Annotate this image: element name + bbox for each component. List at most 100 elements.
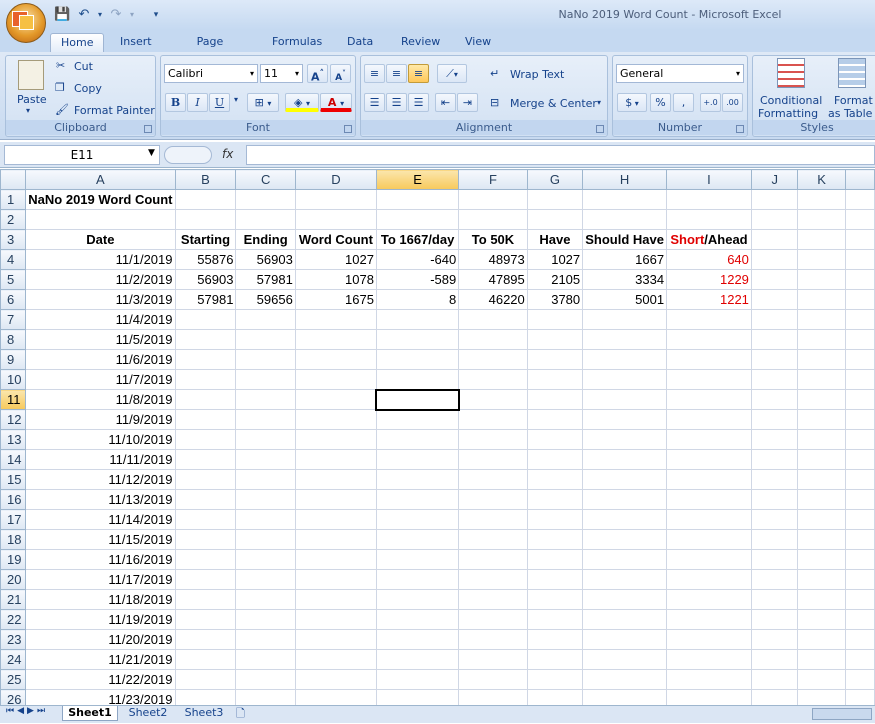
- conditional-formatting-label[interactable]: Conditional: [760, 94, 822, 107]
- cell[interactable]: [235, 369, 296, 390]
- column-header-k[interactable]: K: [797, 169, 846, 190]
- cell[interactable]: 11/11/2019: [25, 449, 176, 470]
- cell[interactable]: [235, 469, 296, 490]
- cell[interactable]: [294, 489, 377, 510]
- cell[interactable]: [375, 609, 460, 630]
- cell[interactable]: 57981: [235, 269, 296, 290]
- copy-button[interactable]: Copy: [74, 82, 102, 95]
- cell[interactable]: [458, 189, 528, 210]
- increase-indent-button[interactable]: ⇥: [457, 93, 478, 112]
- cell[interactable]: [666, 689, 752, 705]
- cell[interactable]: [526, 329, 584, 350]
- sheet-nav-arrows-icon[interactable]: ⏮◀▶⏭: [6, 706, 48, 716]
- cell[interactable]: [844, 269, 875, 290]
- cell[interactable]: 1027: [526, 249, 584, 270]
- undo-dropdown-icon[interactable]: ▾: [92, 7, 108, 23]
- cell[interactable]: [294, 449, 377, 470]
- cell[interactable]: [844, 569, 875, 590]
- cell[interactable]: [582, 669, 668, 690]
- cell[interactable]: 3334: [582, 269, 668, 290]
- cell[interactable]: Ending: [235, 229, 296, 250]
- grow-font-button[interactable]: A˄: [307, 64, 328, 84]
- cell[interactable]: 56903: [235, 249, 296, 270]
- cell[interactable]: [174, 309, 237, 330]
- number-format-select[interactable]: General ▾: [616, 64, 744, 83]
- column-header-h[interactable]: H: [582, 169, 668, 190]
- name-box-dropdown-icon[interactable]: ▼: [148, 148, 155, 158]
- cell[interactable]: [666, 189, 752, 210]
- cell[interactable]: [235, 309, 296, 330]
- cell[interactable]: [294, 609, 377, 630]
- cell[interactable]: [235, 429, 296, 450]
- cell[interactable]: [844, 229, 875, 250]
- cell[interactable]: [750, 209, 799, 230]
- cell[interactable]: [844, 489, 875, 510]
- cell[interactable]: [375, 189, 460, 210]
- cell[interactable]: [797, 589, 846, 610]
- format-as-table-label-2[interactable]: as Table: [828, 107, 872, 120]
- cell[interactable]: [797, 349, 846, 370]
- cell[interactable]: [235, 189, 296, 210]
- column-header-i[interactable]: I: [666, 169, 752, 190]
- sheet-tab-sheet2[interactable]: Sheet2: [120, 706, 176, 721]
- format-painter-button[interactable]: Format Painter: [74, 104, 155, 117]
- cell[interactable]: [458, 509, 528, 530]
- cell[interactable]: [458, 669, 528, 690]
- cell[interactable]: [844, 469, 875, 490]
- cell[interactable]: [526, 629, 584, 650]
- insert-sheet-icon[interactable]: 🗋: [236, 705, 245, 724]
- cell[interactable]: [526, 409, 584, 430]
- cell[interactable]: 640: [666, 249, 752, 270]
- cell[interactable]: [375, 489, 460, 510]
- cell[interactable]: [750, 669, 799, 690]
- cell[interactable]: [844, 189, 875, 210]
- cell[interactable]: [797, 369, 846, 390]
- cell[interactable]: [666, 309, 752, 330]
- row-header[interactable]: 20: [0, 569, 27, 590]
- cell[interactable]: Short/Ahead: [666, 229, 752, 250]
- row-header[interactable]: 21: [0, 589, 27, 610]
- cell[interactable]: [844, 649, 875, 670]
- cell[interactable]: [375, 669, 460, 690]
- cell[interactable]: 3780: [526, 289, 584, 310]
- cell[interactable]: 1675: [294, 289, 377, 310]
- cell[interactable]: [174, 449, 237, 470]
- cell[interactable]: [582, 349, 668, 370]
- cell[interactable]: [25, 209, 176, 230]
- cell[interactable]: [844, 549, 875, 570]
- cell[interactable]: -640: [375, 249, 460, 270]
- percent-button[interactable]: %: [650, 93, 671, 112]
- cell[interactable]: [666, 469, 752, 490]
- row-header[interactable]: 13: [0, 429, 27, 450]
- cell[interactable]: [526, 369, 584, 390]
- cell[interactable]: 11/6/2019: [25, 349, 176, 370]
- cell[interactable]: 1667: [582, 249, 668, 270]
- shrink-font-button[interactable]: A˅: [330, 64, 351, 83]
- cell[interactable]: [294, 349, 377, 370]
- cell[interactable]: [750, 409, 799, 430]
- cell[interactable]: [174, 369, 237, 390]
- column-header-g[interactable]: G: [526, 169, 584, 190]
- cell[interactable]: 8: [375, 289, 460, 310]
- cell[interactable]: [666, 209, 752, 230]
- cell[interactable]: 1078: [294, 269, 377, 290]
- row-header[interactable]: 16: [0, 489, 27, 510]
- cell[interactable]: [750, 229, 799, 250]
- cell[interactable]: [375, 349, 460, 370]
- cell[interactable]: [582, 389, 668, 410]
- cell[interactable]: 11/7/2019: [25, 369, 176, 390]
- cell[interactable]: 11/8/2019: [25, 389, 176, 410]
- cell[interactable]: [666, 389, 752, 410]
- cell[interactable]: 11/22/2019: [25, 669, 176, 690]
- cell[interactable]: [844, 589, 875, 610]
- merge-center-button[interactable]: Merge & Center: [510, 97, 597, 110]
- cell[interactable]: Starting: [174, 229, 237, 250]
- cell[interactable]: [294, 189, 377, 210]
- cell[interactable]: [750, 389, 799, 410]
- cell[interactable]: [666, 669, 752, 690]
- row-header[interactable]: 4: [0, 249, 27, 270]
- cell[interactable]: [235, 389, 296, 410]
- cell[interactable]: [174, 329, 237, 350]
- cell[interactable]: [750, 309, 799, 330]
- row-header[interactable]: 5: [0, 269, 27, 290]
